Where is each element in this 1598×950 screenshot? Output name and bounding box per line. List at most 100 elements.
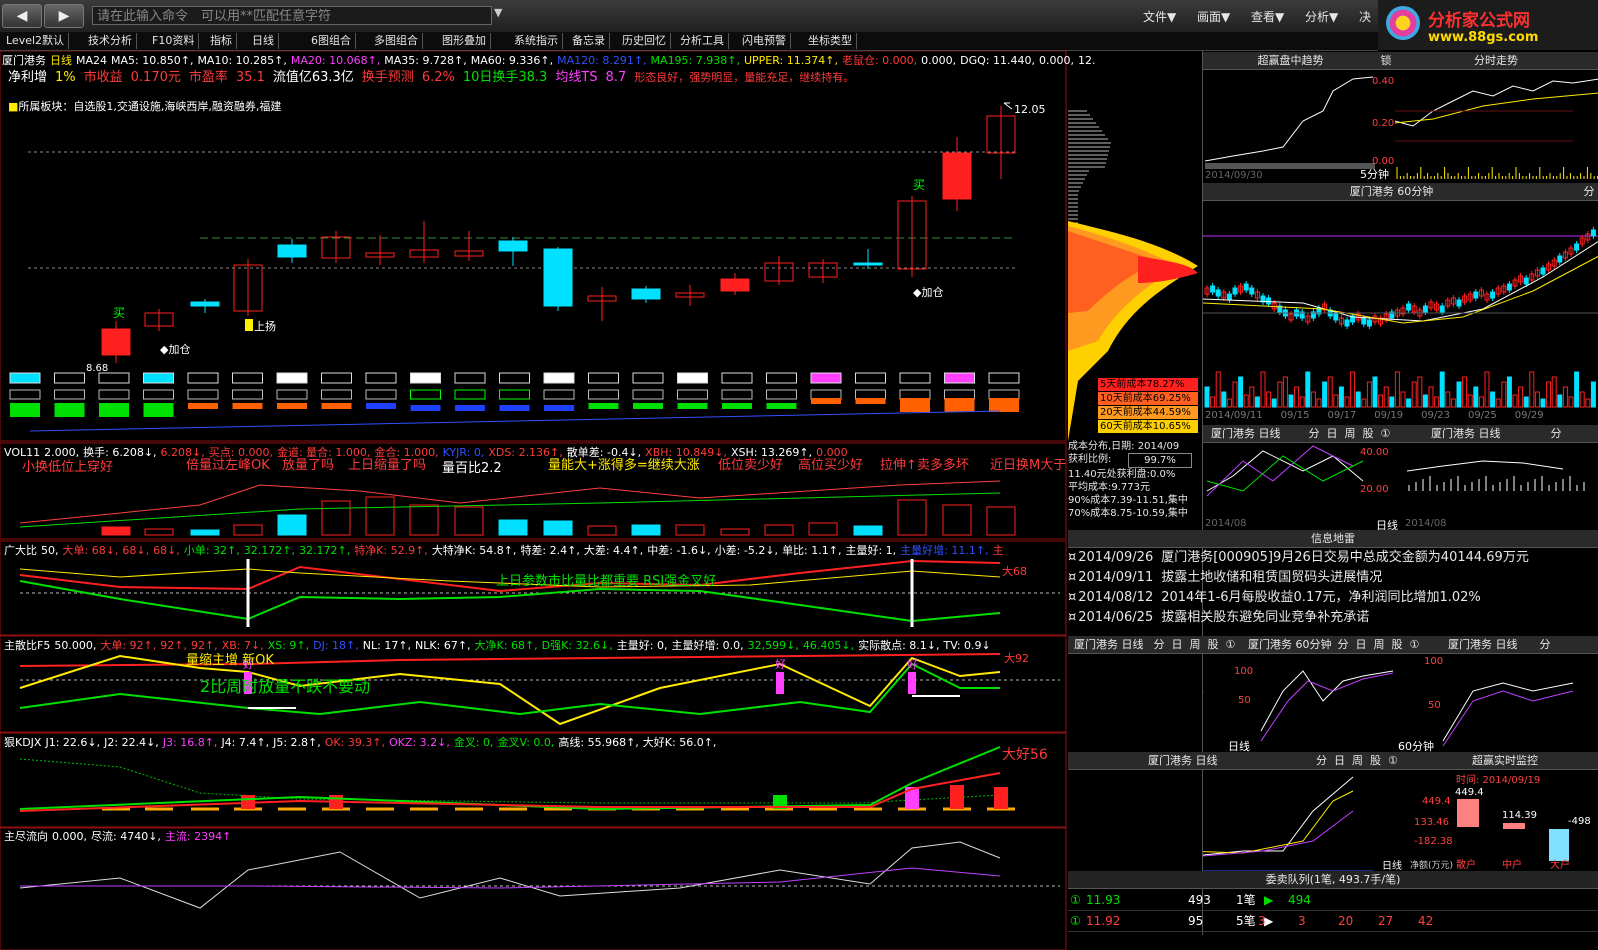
- pane-tabs[interactable]: 分日周股①: [1338, 638, 1427, 651]
- vol-note: 近日换M大于: [990, 458, 1066, 473]
- news-date: 2014/06/25: [1078, 610, 1154, 625]
- pane-tab[interactable]: 日: [1356, 638, 1367, 651]
- queue-count: 1笔: [1236, 893, 1256, 907]
- pane-tab[interactable]: 股: [1392, 638, 1403, 651]
- forward-button[interactable]: ▶: [44, 4, 84, 28]
- kline-chart-area[interactable]: 买买◆加仓◆加仓上扬12.058.68小换低位上穿好 倍量过左峰OK 放量了吗 上日缩…: [0, 51, 1068, 950]
- indicator-line: [1203, 790, 1354, 854]
- indicator-value: 50,: [41, 544, 59, 557]
- menu-file[interactable]: 文件▼: [1143, 8, 1176, 25]
- command-input[interactable]: 请在此输入命令 可以用**匹配任意字符: [92, 6, 492, 25]
- pane-tab[interactable]: 股: [1208, 638, 1219, 651]
- news-text: 厦门港务[000905]9月26日交易中总成交金额为40144.69万元: [1161, 550, 1529, 565]
- bottom-tabs[interactable]: 分日周股①: [1308, 752, 1412, 770]
- toolbar-item[interactable]: 历史回忆: [618, 33, 671, 49]
- pane-tabs[interactable]: 分日周股①: [1154, 638, 1243, 651]
- signal-band-a: [677, 372, 708, 384]
- candle: [1210, 285, 1216, 293]
- pane-tab[interactable]: 股: [1370, 754, 1381, 767]
- toolbar-item[interactable]: 指标: [206, 33, 237, 49]
- candle: [1366, 319, 1372, 327]
- toolbar-item[interactable]: 技术分析: [84, 33, 137, 49]
- indicator-value: 大好K: 56.0↑,: [642, 736, 717, 749]
- volume-bar: [1450, 398, 1456, 408]
- date-tick: 09/25: [1467, 410, 1497, 421]
- chevron-down-icon[interactable]: ▼: [494, 6, 502, 19]
- news-item[interactable]: ¤ 2014/06/25 拔露相关股东避免同业竞争补充承诺: [1068, 608, 1598, 628]
- toolbar-item[interactable]: Level2默认: [2, 33, 70, 49]
- volume-bar: [1310, 391, 1316, 408]
- indicator-value: J2: 22.4↓,: [104, 736, 159, 749]
- main-force-line: [19, 653, 1001, 667]
- pane-tab[interactable]: ①: [1226, 638, 1236, 651]
- pane-tab[interactable]: 股: [1363, 427, 1374, 440]
- lock-button[interactable]: 锁: [1378, 52, 1394, 70]
- menu-view[interactable]: 画面▼: [1197, 8, 1230, 25]
- news-item[interactable]: ¤ 2014/08/12 2014年1-6月每股收益0.17元，净利润同比增加1.0…: [1068, 588, 1598, 608]
- volume-bar: [144, 528, 174, 536]
- day-label: 日线: [1382, 861, 1402, 872]
- candle: [1266, 297, 1272, 305]
- pane-tab[interactable]: 周: [1345, 427, 1356, 440]
- queue-row[interactable]: ① 11.93 493 1笔 ▶ 494: [1068, 890, 1598, 911]
- pane-tab[interactable]: 分: [1154, 638, 1165, 651]
- news-item[interactable]: ¤ 2014/09/11 拔露土地收储和租赁国贸码头进展情况: [1068, 568, 1598, 588]
- signal-band-a: [410, 372, 441, 384]
- menu-analysis[interactable]: 分析▼: [1305, 8, 1338, 25]
- sector-line: ■所属板块：自选股1,交通设施,海峡西岸,融资融券,福建: [8, 100, 282, 113]
- toolbar-item[interactable]: 多图组合: [370, 33, 423, 49]
- indicator-value: DJ: 18↑,: [313, 639, 359, 652]
- toolbar-item[interactable]: F10资料: [148, 33, 200, 49]
- pane-tabs[interactable]: 分日周股①: [1316, 754, 1405, 767]
- vol-note: 小换低位上穿好: [22, 459, 113, 475]
- signal-band-b: [677, 389, 708, 400]
- toolbar-item[interactable]: 备忘录: [568, 33, 610, 49]
- kdj-header: 狠KDJX J1: 22.6↓, J2: 22.4↓, J3: 16.8↑, J4: 7…: [4, 734, 720, 750]
- signal-band-b: [988, 389, 1020, 400]
- tab-fen[interactable]: 分: [1580, 183, 1598, 201]
- toolbar-item[interactable]: 图形叠加: [438, 33, 491, 49]
- queue-order-size: 3: [1258, 914, 1266, 928]
- pane-tab[interactable]: 周: [1352, 754, 1363, 767]
- function-toolbar: Level2默认 技术分析 F10资料 指标 日线 6图组合 多图组合 图形叠加 系统指示 备忘录…: [0, 32, 1378, 51]
- menu-look[interactable]: 查看▼: [1251, 8, 1284, 25]
- pane-tab[interactable]: 分: [1309, 427, 1320, 440]
- queue-row[interactable]: ① 11.92 95 5笔 ▶ 3 3 20 27 42: [1068, 911, 1598, 932]
- toolbar-item[interactable]: 分析工具: [676, 33, 729, 49]
- toolbar-item[interactable]: 6图组合: [307, 33, 356, 49]
- volume-bar: [1322, 381, 1328, 408]
- signal-band-a: [588, 372, 619, 384]
- pane-tab[interactable]: ①: [1388, 754, 1398, 767]
- pane-tabs[interactable]: 分日周股①: [1309, 427, 1398, 440]
- candle: [101, 328, 131, 356]
- back-button[interactable]: ◀: [2, 4, 42, 28]
- volume-bar: [631, 524, 661, 536]
- tab-fen[interactable]: 分: [1540, 638, 1551, 651]
- news-text: 拔露相关股东避免同业竞争补充承诺: [1161, 610, 1370, 625]
- menu-decision[interactable]: 决: [1359, 8, 1371, 25]
- toolbar-item[interactable]: 闪电预警: [738, 33, 791, 49]
- toolbar-item[interactable]: 日线: [248, 33, 279, 49]
- pane-tab[interactable]: 日: [1327, 427, 1338, 440]
- toolbar-item[interactable]: 系统指示: [510, 33, 563, 49]
- tab-fen[interactable]: 分: [1551, 427, 1562, 440]
- pane-tab[interactable]: 周: [1374, 638, 1385, 651]
- toolbar-item[interactable]: 坐标类型: [804, 33, 857, 49]
- news-item[interactable]: ¤ 2014/09/26 厦门港务[000905]9月26日交易中总成交金额为401…: [1068, 548, 1598, 568]
- pane-tab[interactable]: 分: [1338, 638, 1349, 651]
- signal-band-b: [855, 389, 886, 400]
- trend-line: [29, 410, 1001, 432]
- pane-tab[interactable]: 分: [1316, 754, 1327, 767]
- pane-tab[interactable]: ①: [1381, 427, 1391, 440]
- pane-tab[interactable]: 日: [1172, 638, 1183, 651]
- queue-order-size: 27: [1378, 914, 1394, 928]
- queue-index-icon: ①: [1070, 914, 1081, 928]
- pane-tab[interactable]: 周: [1190, 638, 1201, 651]
- indicator-value: 主散比F5: [4, 639, 51, 652]
- ma-value: DGQ: 11.440,: [960, 54, 1035, 67]
- up-marker: 上扬: [254, 319, 276, 333]
- signal-band-c: [54, 403, 85, 417]
- pane-tab[interactable]: ①: [1410, 638, 1420, 651]
- pane-tab[interactable]: 日: [1334, 754, 1345, 767]
- volume-bar: [1490, 391, 1496, 408]
